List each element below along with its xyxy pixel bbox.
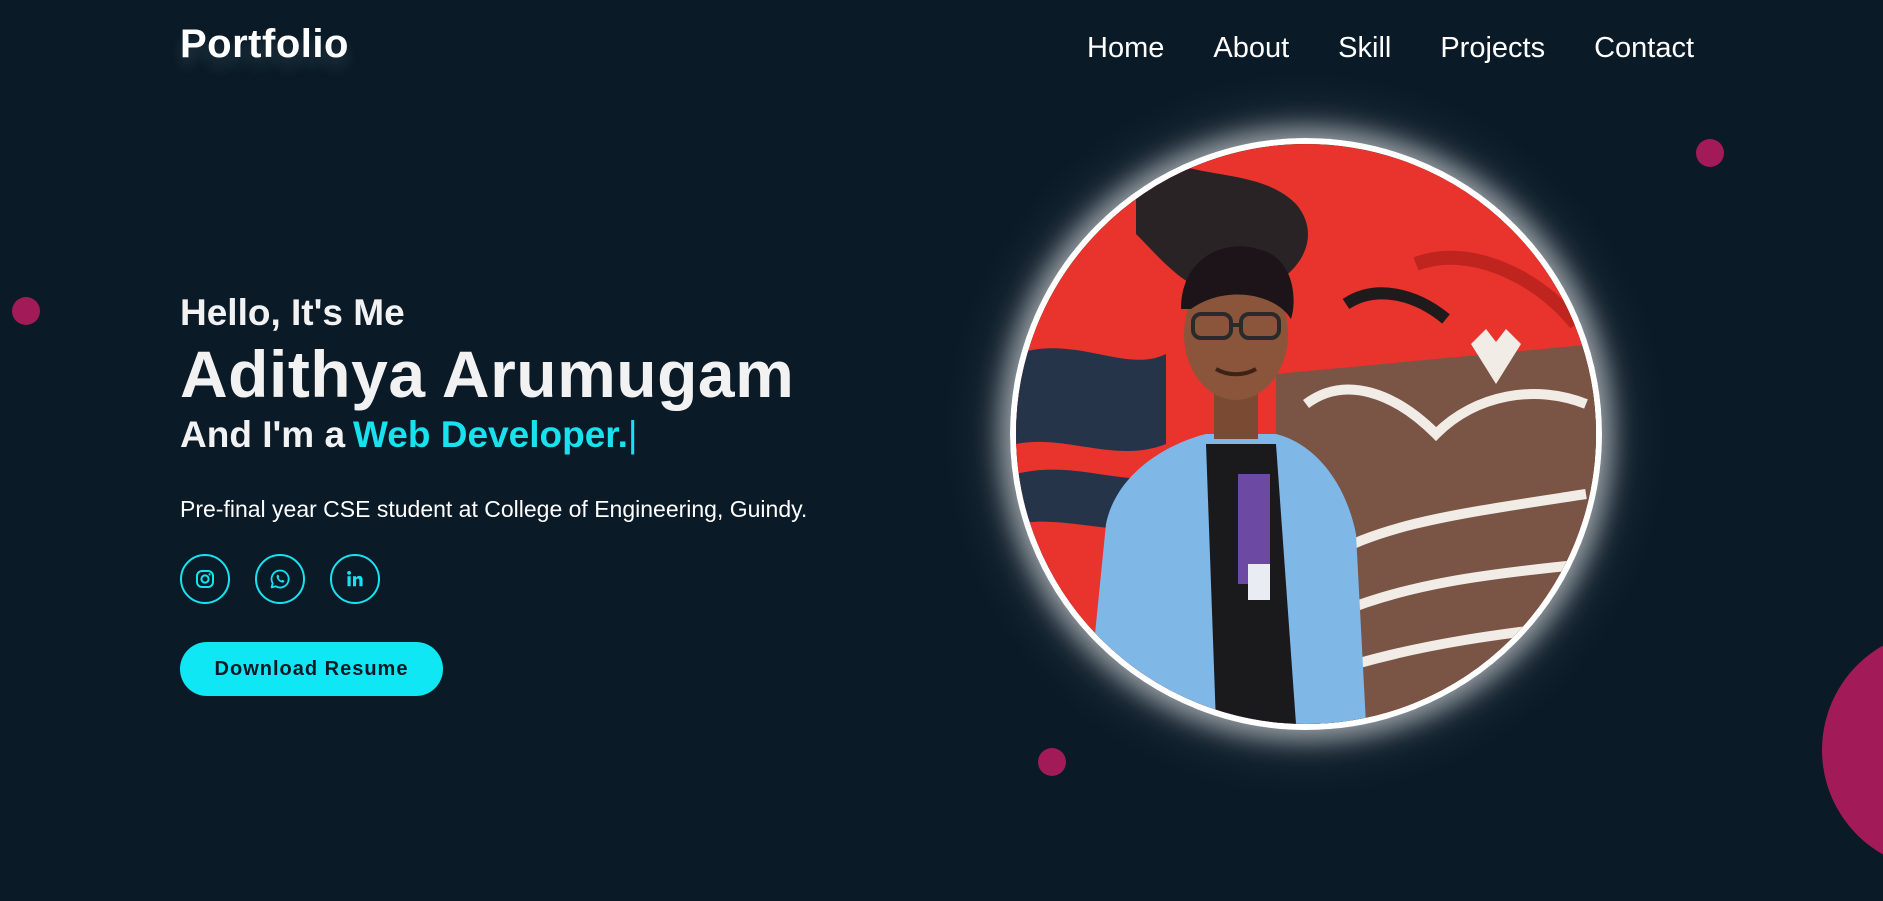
nav-link-projects[interactable]: Projects [1440,32,1545,65]
role-typed-text: Web Developer. [353,414,628,455]
whatsapp-icon [269,568,291,590]
decor-dot [12,297,40,325]
decor-circle [1822,630,1883,870]
typing-cursor: | [627,414,638,455]
decor-dot [1038,748,1066,776]
nav-link-skill[interactable]: Skill [1338,32,1391,65]
nav-link-home[interactable]: Home [1087,32,1164,65]
portfolio-page: Portfolio Home About Skill Projects Cont… [0,0,1883,901]
main-nav: Home About Skill Projects Contact [1087,28,1694,68]
download-resume-button[interactable]: Download Resume [180,642,443,696]
role-prefix: And I'm a [180,414,346,455]
nav-link-about[interactable]: About [1213,32,1289,65]
social-links [180,554,940,604]
nav-link-contact[interactable]: Contact [1594,32,1694,65]
hero-tagline: Pre-final year CSE student at College of… [180,496,808,522]
hero-role-line: And I'm a Web Developer.| [180,412,940,458]
profile-photo [1010,138,1602,730]
whatsapp-link[interactable] [255,554,305,604]
linkedin-link[interactable] [330,554,380,604]
hero-greeting: Hello, It's Me [180,292,405,333]
linkedin-icon [345,569,365,589]
hero-section: Hello, It's Me Adithya Arumugam And I'm … [180,290,940,696]
decor-dot [1696,139,1724,167]
instagram-link[interactable] [180,554,230,604]
hero-name: Adithya Arumugam [180,337,795,411]
site-logo[interactable]: Portfolio [180,22,349,67]
instagram-icon [195,569,215,589]
